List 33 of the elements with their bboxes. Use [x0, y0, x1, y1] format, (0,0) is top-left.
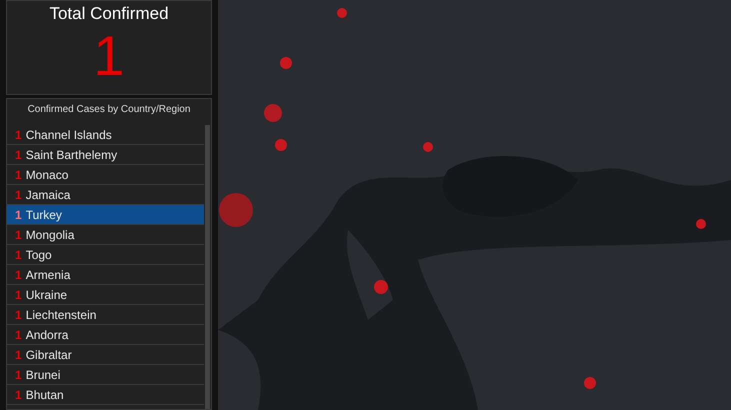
- country-name: Liechtenstein: [26, 306, 96, 324]
- country-name: Bhutan: [26, 386, 64, 404]
- case-count: 1: [15, 186, 22, 204]
- country-name: Ukraine: [26, 286, 68, 304]
- country-name: Armenia: [26, 266, 70, 284]
- case-count: 1: [15, 386, 22, 404]
- case-count: 1: [15, 366, 22, 384]
- country-name: Jamaica: [26, 186, 70, 204]
- list-title: Confirmed Cases by Country/Region: [26, 103, 192, 117]
- country-name: Andorra: [26, 326, 68, 344]
- country-name: Turkey: [26, 206, 62, 224]
- case-count: 1: [15, 226, 22, 244]
- case-count: 1: [15, 306, 22, 324]
- country-name: Channel Islands: [26, 126, 112, 144]
- case-count: 1: [15, 206, 22, 224]
- scrollbar[interactable]: [205, 125, 210, 409]
- case-count: 1: [15, 126, 22, 144]
- country-name: Brunei: [26, 366, 60, 384]
- country-name: Mongolia: [26, 226, 74, 244]
- panel-title: Total Confirmed: [49, 3, 169, 25]
- country-name: Monaco: [26, 166, 68, 184]
- case-count: 1: [15, 326, 22, 344]
- case-count: 1: [15, 146, 22, 164]
- case-count: 1: [15, 266, 22, 284]
- country-name: Togo: [26, 246, 52, 264]
- case-count: 1: [15, 286, 22, 304]
- country-name: Saint Barthelemy: [26, 146, 118, 164]
- case-count: 1: [15, 246, 22, 264]
- case-count: 1: [15, 346, 22, 364]
- total-count: 1: [93, 26, 125, 86]
- case-count: 1: [15, 166, 22, 184]
- country-row[interactable]: 1 Turkey: [7, 205, 204, 225]
- country-name: Gibraltar: [26, 346, 72, 364]
